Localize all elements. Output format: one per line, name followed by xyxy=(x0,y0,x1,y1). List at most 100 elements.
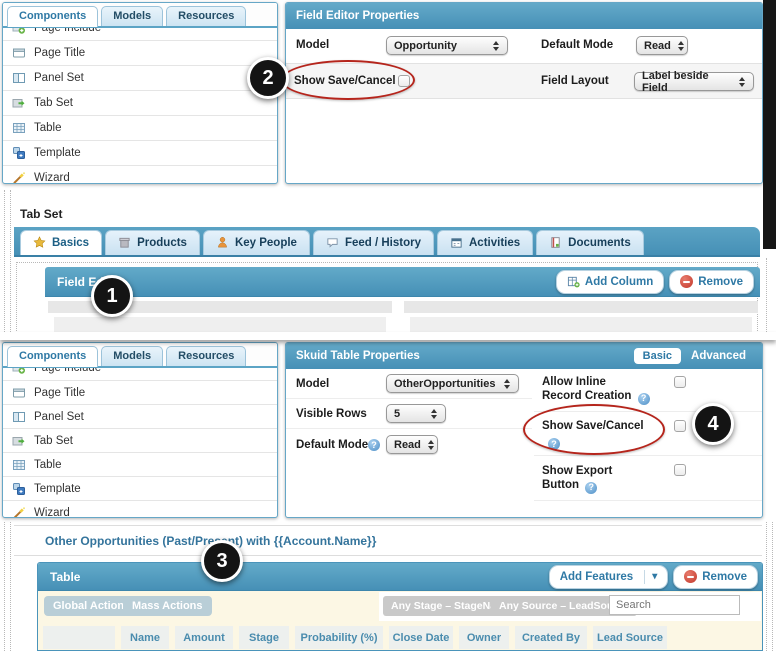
tab-resources[interactable]: Resources xyxy=(166,6,246,26)
panel-set-icon xyxy=(12,71,26,85)
component-item-page-title[interactable]: Page Title xyxy=(3,381,277,405)
canvas-tab-basics[interactable]: Basics xyxy=(20,230,102,255)
tab-components[interactable]: Components xyxy=(7,6,98,27)
canvas-guide xyxy=(766,258,767,334)
callout-badge-3: 3 xyxy=(201,540,243,582)
component-item-wizard[interactable]: Wizard xyxy=(3,501,277,518)
tab-models[interactable]: Models xyxy=(101,346,163,366)
template-component[interactable]: Other Opportunities (Past/Present) with … xyxy=(14,525,762,556)
canvas-tab-activities[interactable]: Activities xyxy=(437,230,533,255)
field-placeholder xyxy=(54,317,386,333)
default-mode-row: Default Mode ? Read xyxy=(286,429,532,461)
table-header-created-by[interactable]: Created By xyxy=(515,626,587,649)
callout-badge-2: 2 xyxy=(247,57,289,99)
component-item-template[interactable]: Template xyxy=(3,477,277,501)
page-title-icon xyxy=(12,46,26,60)
canvas-tab-feed-history[interactable]: Feed / History xyxy=(313,230,434,255)
table-header-owner[interactable]: Owner xyxy=(459,626,509,649)
basic-tab[interactable]: Basic xyxy=(634,348,681,364)
visible-rows-row: Visible Rows 5 xyxy=(286,399,532,429)
remove-icon xyxy=(680,275,693,288)
help-icon[interactable]: ? xyxy=(638,393,650,405)
component-item-template[interactable]: Template xyxy=(3,141,277,166)
table-header-stage[interactable]: Stage xyxy=(239,626,289,649)
default-mode-label: Default Mode xyxy=(296,439,368,451)
products-icon xyxy=(118,236,131,249)
table-icon xyxy=(12,121,26,135)
component-item-tab-set[interactable]: Tab Set xyxy=(3,429,277,453)
model-label: Model xyxy=(296,378,329,390)
wizard-icon xyxy=(12,171,26,184)
tab-resources[interactable]: Resources xyxy=(166,346,246,366)
table-header-lead-source[interactable]: Lead Source xyxy=(593,626,667,649)
component-item-panel-set[interactable]: Panel Set xyxy=(3,405,277,429)
visible-rows-select[interactable]: 5 xyxy=(386,404,446,423)
add-column-icon xyxy=(567,275,580,288)
component-item-wizard[interactable]: Wizard xyxy=(3,166,277,184)
field-layout-select[interactable]: Label beside Field xyxy=(634,72,754,91)
table-header-probability[interactable]: Probability (%) xyxy=(295,626,383,649)
caret-down-icon[interactable]: ▾ xyxy=(652,572,657,582)
table-component: Table Add Features ▾ Remove Global Actio… xyxy=(37,562,763,651)
remove-icon xyxy=(684,570,697,583)
table-header-empty xyxy=(43,626,115,649)
wizard-icon xyxy=(12,506,26,519)
component-item-page-include[interactable]: Page Include xyxy=(3,28,277,41)
canvas-tab-key-people[interactable]: Key People xyxy=(203,230,310,255)
table-header-amount[interactable]: Amount xyxy=(175,626,233,649)
model-select[interactable]: OtherOpportunities xyxy=(386,374,519,393)
canvas-guide xyxy=(772,522,773,651)
annotation-ellipse-show-save-cancel-bottom xyxy=(523,404,665,455)
stepper-icon xyxy=(678,41,685,51)
field-editor-properties-header: Field Editor Properties xyxy=(286,3,762,29)
help-icon[interactable]: ? xyxy=(585,482,597,494)
table-component-bar[interactable]: Table Add Features ▾ Remove xyxy=(38,563,763,591)
field-editor-component-bar[interactable]: Field Editor Add Column Remove xyxy=(45,267,760,297)
document-icon xyxy=(549,236,562,249)
table-header-close-date[interactable]: Close Date xyxy=(389,626,453,649)
component-item-tab-set[interactable]: Tab Set xyxy=(3,91,277,116)
component-item-page-title[interactable]: Page Title xyxy=(3,41,277,66)
stepper-icon xyxy=(504,379,511,389)
canvas-guide xyxy=(10,190,11,334)
tab-components[interactable]: Components xyxy=(7,346,98,367)
screenshot-seam xyxy=(0,332,776,340)
callout-badge-4: 4 xyxy=(692,403,734,445)
component-item-panel-set[interactable]: Panel Set xyxy=(3,66,277,91)
show-export-label: Show Export Button ? xyxy=(542,464,612,494)
table-icon xyxy=(12,458,26,472)
tab-set-icon xyxy=(12,96,26,110)
table-header-name[interactable]: Name xyxy=(121,626,169,649)
button-divider xyxy=(644,570,645,584)
panel-title: Skuid Table Properties xyxy=(296,350,420,362)
component-item-table[interactable]: Table xyxy=(3,453,277,477)
default-mode-select[interactable]: Read xyxy=(636,36,688,55)
field-layout-label: Field Layout xyxy=(541,75,609,87)
show-export-checkbox[interactable] xyxy=(674,464,686,476)
model-select[interactable]: Opportunity xyxy=(386,36,508,55)
add-column-button[interactable]: Add Column xyxy=(556,270,664,294)
show-save-cancel-checkbox[interactable] xyxy=(674,420,686,432)
canvas-tab-documents[interactable]: Documents xyxy=(536,230,644,255)
tab-panel-border xyxy=(16,262,17,333)
help-icon[interactable]: ? xyxy=(368,439,380,451)
remove-button[interactable]: Remove xyxy=(669,270,754,294)
canvas-tab-products[interactable]: Products xyxy=(105,230,200,255)
allow-inline-checkbox[interactable] xyxy=(674,376,686,388)
palette-tabs: Components Models Resources xyxy=(3,3,277,28)
panel-set-icon xyxy=(12,410,26,424)
template-icon xyxy=(12,146,26,160)
components-panel-bottom: Components Models Resources Page Include… xyxy=(2,342,278,518)
tab-models[interactable]: Models xyxy=(101,6,163,26)
person-icon xyxy=(216,236,229,249)
mass-actions-button[interactable]: Mass Actions xyxy=(123,596,212,616)
search-input[interactable] xyxy=(609,595,740,615)
add-features-button[interactable]: Add Features ▾ xyxy=(549,565,669,589)
remove-button[interactable]: Remove xyxy=(673,565,758,589)
component-item-table[interactable]: Table xyxy=(3,116,277,141)
component-item-page-include[interactable]: Page Include xyxy=(3,368,277,381)
model-row: Model Opportunity Default Mode Read xyxy=(286,29,763,63)
default-mode-select[interactable]: Read xyxy=(386,435,438,454)
page-title-icon xyxy=(12,386,26,400)
advanced-tab[interactable]: Advanced xyxy=(691,350,746,362)
